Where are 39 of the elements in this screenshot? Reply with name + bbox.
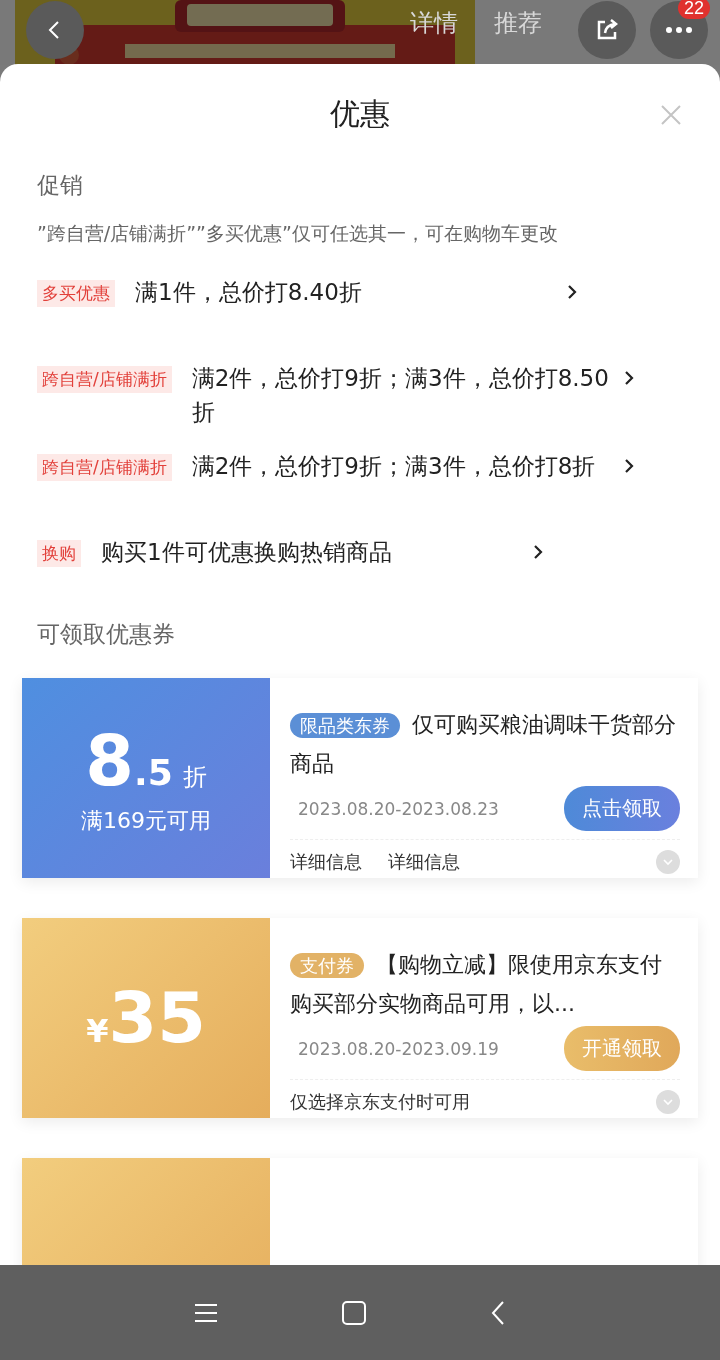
promotion-text: 购买1件可优惠换购热销商品 <box>101 538 393 567</box>
more-button[interactable]: 22 <box>650 0 708 59</box>
coupon-detail: 详细信息 <box>290 850 362 874</box>
chevron-icon <box>567 284 577 300</box>
promotion-row[interactable]: 换购 购买1件可优惠换购热销商品 <box>0 525 720 611</box>
promotion-row[interactable]: 跨自营/店铺满折 满2件，总价打9折；满3件，总价打8.50折 <box>0 351 720 439</box>
promotion-text: 满2件，总价打9折；满3件，总价打8折 <box>191 452 597 481</box>
more-icon <box>664 25 694 34</box>
coupon-value: ¥35 <box>86 977 206 1059</box>
promotion-text: 满2件，总价打9折；满3件，总价打8.50折 <box>191 364 610 427</box>
tab[interactable]: 详情 <box>410 6 458 39</box>
coupon-date: 2023.08.20-2023.08.23 <box>297 798 499 819</box>
promotion-tag: 跨自营/店铺满折 <box>37 454 172 481</box>
coupon-detail: 详细信息 <box>388 850 460 874</box>
coupon-value: 8.5 折 <box>85 720 207 802</box>
notification-badge: 22 <box>677 0 710 19</box>
menu-icon[interactable] <box>195 1302 217 1323</box>
tab[interactable]: 推荐 <box>494 6 542 39</box>
chevron-icon <box>533 544 543 560</box>
chevron-icon <box>623 458 634 474</box>
claim-button[interactable]: 点击领取 <box>564 786 680 831</box>
promotion-tag: 换购 <box>37 540 81 567</box>
promotion-tag: 多买优惠 <box>37 280 115 307</box>
coupon-title: 限品类东券 仅可购买粮油调味干货部分商品 <box>290 711 677 778</box>
back-icon[interactable] <box>491 1300 505 1325</box>
coupon-detail: 仅选择京东支付时可用 <box>290 1090 470 1114</box>
chevron-icon <box>623 370 634 386</box>
sheet-title: 优惠 <box>330 94 390 133</box>
promotion-row[interactable]: 跨自营/店铺满折 满2件，总价打9折；满3件，总价打8折 <box>0 439 720 525</box>
coupon-date: 2023.08.20-2023.09.19 <box>297 1038 499 1059</box>
coupon-title: 支付券 【购物立减】限使用京东支付购买部分实物商品可用，以... <box>290 951 663 1018</box>
promotion-note: ”跨自营/店铺满折””多买优惠”仅可任选其一，可在购物车更改 <box>36 221 559 246</box>
section-title: 促销 <box>36 171 84 200</box>
promotion-row[interactable]: 多买优惠 满1件，总价打8.40折 <box>0 265 720 351</box>
square-icon[interactable] <box>342 1300 366 1325</box>
promotion-tag: 跨自营/店铺满折 <box>37 366 172 393</box>
section-title: 可领取优惠券 <box>36 620 176 649</box>
coupon-condition: 满169元可用 <box>81 807 211 835</box>
promotion-text: 满1件，总价打8.40折 <box>135 278 363 307</box>
